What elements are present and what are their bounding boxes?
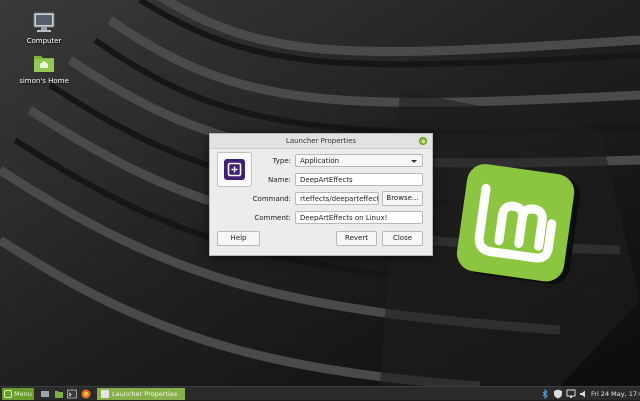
show-desktop-icon[interactable] — [40, 389, 50, 399]
dialog-title: Launcher Properties — [285, 137, 357, 145]
window-icon — [101, 390, 109, 398]
command-label: Command: — [252, 195, 291, 203]
type-label: Type: — [272, 157, 291, 165]
mint-logo — [453, 163, 581, 291]
comment-field[interactable]: DeepArtEffects on Linux! — [295, 211, 423, 224]
launcher-icon-button[interactable] — [217, 152, 252, 187]
comment-label: Comment: — [254, 214, 291, 222]
help-button[interactable]: Help — [217, 231, 260, 246]
name-label: Name: — [267, 176, 291, 184]
files-icon[interactable] — [54, 389, 64, 399]
volume-icon[interactable] — [579, 389, 589, 399]
dialog-titlebar[interactable]: Launcher Properties — [210, 134, 432, 149]
terminal-icon[interactable] — [67, 389, 77, 399]
close-button[interactable]: Close — [382, 231, 423, 246]
clock[interactable]: Fri 24 May, 17:00 — [591, 387, 640, 401]
mint-menu-icon — [4, 390, 12, 398]
deeparteffects-app-icon — [224, 159, 245, 180]
desktop-icon-computer[interactable]: Computer — [9, 12, 79, 45]
menu-label: Menu — [14, 390, 32, 398]
desktop-icon-home[interactable]: simon's Home — [9, 52, 79, 85]
shield-icon[interactable] — [553, 389, 563, 399]
name-field[interactable]: DeepArtEffects — [295, 173, 423, 186]
taskbar-window-button[interactable]: Launcher Properties — [97, 388, 185, 400]
desktop-icon-label: Computer — [26, 37, 62, 45]
launcher-properties-dialog: Launcher Properties Type: Application Na… — [209, 133, 433, 256]
bluetooth-icon[interactable] — [540, 388, 550, 400]
revert-button[interactable]: Revert — [336, 231, 377, 246]
taskbar-window-label: Launcher Properties — [112, 390, 178, 398]
computer-icon — [32, 12, 56, 34]
taskbar: Menu Launcher Properties Fri 24 May, 17:… — [0, 386, 640, 400]
browse-button[interactable]: Browse... — [382, 191, 423, 206]
command-field[interactable]: rteffects/deeparteffects.jar — [295, 192, 379, 205]
menu-button[interactable]: Menu — [2, 388, 34, 400]
network-icon[interactable] — [566, 389, 576, 399]
type-value: Application — [300, 157, 340, 165]
close-window-icon[interactable] — [419, 137, 427, 145]
type-select[interactable]: Application — [295, 154, 423, 167]
folder-home-icon — [32, 52, 56, 74]
desktop-icon-label: simon's Home — [19, 77, 69, 85]
firefox-icon[interactable] — [81, 389, 91, 399]
chevron-down-icon — [411, 160, 417, 163]
